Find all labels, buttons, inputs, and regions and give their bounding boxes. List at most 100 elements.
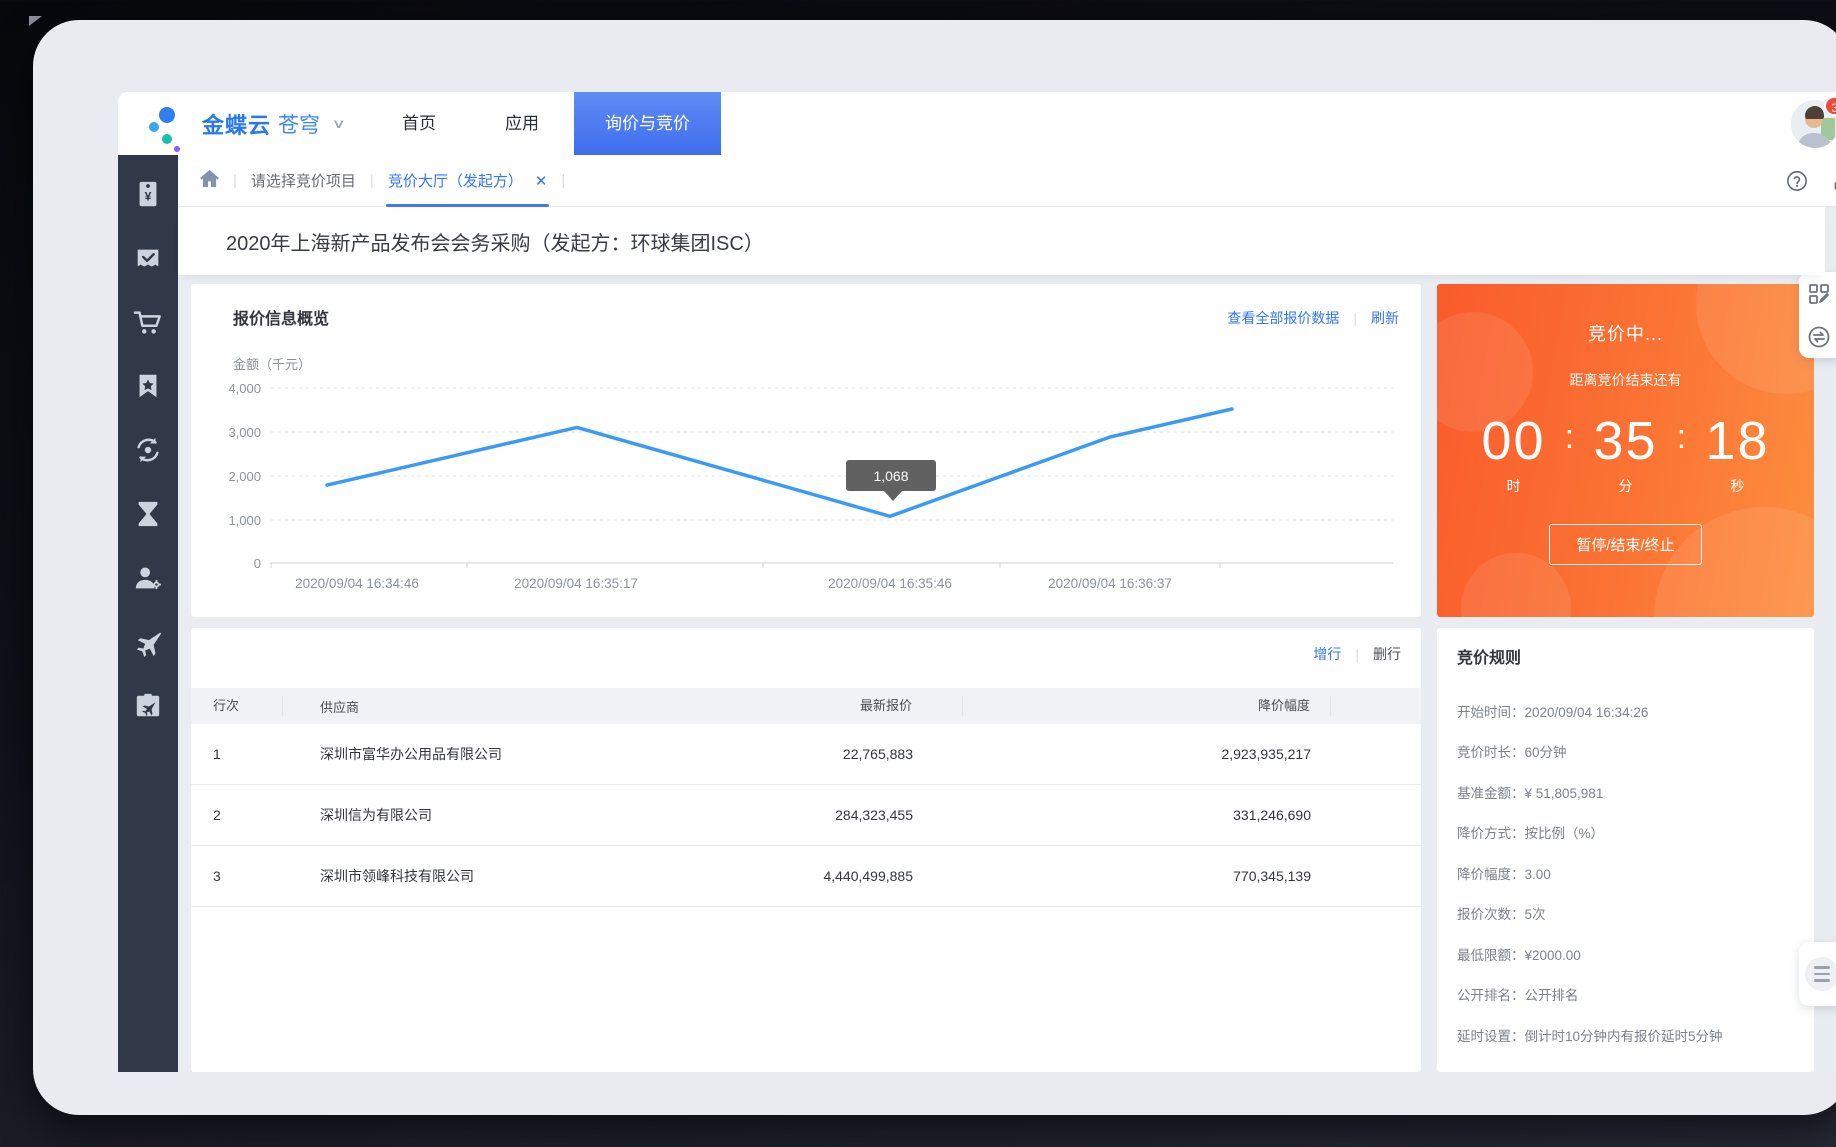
- quote-line-chart[interactable]: 金额（千元） 4,000 3,000 2,000 1,000 0: [191, 336, 1421, 606]
- left-sidebar: ¥: [118, 155, 178, 1072]
- breadcrumb-actions: [1786, 155, 1836, 207]
- tab-apps[interactable]: 应用: [491, 92, 553, 155]
- refresh-link[interactable]: 刷新: [1371, 308, 1399, 328]
- cell-latest-quote: 4,440,499,885: [733, 868, 963, 884]
- cell-latest-quote: 22,765,883: [733, 746, 963, 762]
- fullscreen-icon[interactable]: [1832, 171, 1836, 192]
- timer-minutes: 35: [1578, 410, 1674, 472]
- travel-board-icon[interactable]: [131, 689, 165, 723]
- col-header-seq: 行次: [191, 696, 283, 716]
- bookmark-star-icon[interactable]: [131, 369, 165, 403]
- breadcrumb-separator: |: [233, 172, 237, 189]
- cell-reduction: 331,246,690: [963, 807, 1331, 823]
- rule-quote-count: 报价次数：5次: [1457, 903, 1800, 923]
- user-avatar[interactable]: 3: [1791, 100, 1836, 148]
- ticket-check-icon[interactable]: [131, 241, 165, 275]
- cell-supplier: 深圳信为有限公司: [283, 805, 733, 825]
- bidding-status: 竞价中...: [1437, 320, 1814, 346]
- timer-units: 时 分 秒: [1437, 476, 1814, 496]
- cell-seq: 3: [191, 868, 283, 884]
- cell-seq: 1: [191, 746, 283, 762]
- main-column: | 请选择竞价项目 | 竞价大厅（发起方） ✕ |: [178, 155, 1836, 1072]
- yuan-tag-icon[interactable]: ¥: [131, 177, 165, 211]
- chevron-down-icon[interactable]: ∨: [332, 116, 346, 132]
- content-area: 报价信息概览 查看全部报价数据 | 刷新 金额（千元） 4,000 3,000 …: [178, 275, 1836, 1072]
- cell-seq: 2: [191, 807, 283, 823]
- cell-supplier: 深圳市领峰科技有限公司: [283, 866, 733, 886]
- countdown-card: 竞价中... 距离竞价结束还有 00 : 35 : 18 时 分: [1437, 284, 1814, 617]
- body-row: ¥: [118, 155, 1836, 1072]
- help-icon[interactable]: [1786, 170, 1808, 192]
- svg-text:3,000: 3,000: [228, 425, 261, 440]
- svg-text:1,068: 1,068: [873, 468, 908, 484]
- bid-table: 行次 供应商 最新报价 降价幅度 1 深圳市富华办公用品有限公司 22,765,…: [191, 688, 1421, 907]
- rule-reduction-method: 降价方式：按比例（%）: [1457, 822, 1800, 842]
- timer-hours: 00: [1466, 410, 1562, 472]
- table-header-row: 行次 供应商 最新报价 降价幅度: [191, 688, 1421, 724]
- rule-duration: 竞价时长：60分钟: [1457, 741, 1800, 761]
- rule-minimum-limit: 最低限额：¥2000.00: [1457, 944, 1800, 964]
- quote-overview-actions: 查看全部报价数据 | 刷新: [1227, 308, 1399, 328]
- sync-circle-icon[interactable]: [131, 433, 165, 467]
- app-shell: 金蝶云 苍穹 ∨ 首页 应用 询价与竞价 3 ¥: [118, 92, 1836, 1072]
- col-header-latest-quote: 最新报价: [733, 696, 963, 716]
- cart-icon[interactable]: [131, 305, 165, 339]
- add-row-link[interactable]: 增行: [1313, 644, 1341, 664]
- notification-badge[interactable]: 3: [1824, 96, 1836, 116]
- svg-text:¥: ¥: [145, 190, 152, 204]
- delete-row-link[interactable]: 删行: [1373, 644, 1401, 664]
- close-tab-icon[interactable]: ✕: [535, 172, 548, 190]
- swap-view-button[interactable]: [1799, 315, 1836, 358]
- svg-text:金额（千元）: 金额（千元）: [233, 357, 311, 372]
- breadcrumb-item-select-project[interactable]: 请选择竞价项目: [251, 170, 356, 191]
- svg-text:2020/09/04 16:36:37: 2020/09/04 16:36:37: [1048, 576, 1172, 591]
- view-all-quotes-link[interactable]: 查看全部报价数据: [1227, 308, 1339, 328]
- cell-reduction: 770,345,139: [963, 868, 1331, 884]
- rule-base-amount: 基准金额：¥ 51,805,981: [1457, 782, 1800, 802]
- tab-inquiry-bidding[interactable]: 询价与竞价: [574, 92, 721, 155]
- brand-name: 金蝶云: [202, 108, 271, 140]
- hourglass-icon[interactable]: [131, 497, 165, 531]
- page-title-bar: 2020年上海新产品发布会会务采购（发起方：环球集团ISC）: [178, 207, 1825, 275]
- unit-second: 秒: [1690, 476, 1786, 496]
- svg-text:1,000: 1,000: [228, 513, 261, 528]
- breadcrumb-separator: |: [370, 172, 374, 189]
- quick-menu-button[interactable]: [1799, 942, 1836, 1006]
- cell-reduction: 2,923,935,217: [963, 746, 1331, 762]
- table-row[interactable]: 2 深圳信为有限公司 284,323,455 331,246,690: [191, 785, 1421, 846]
- link-separator: |: [1355, 646, 1359, 662]
- col-header-reduction: 降价幅度: [963, 696, 1331, 716]
- brand-logo: 金蝶云 苍穹 ∨: [148, 92, 344, 155]
- breadcrumb: | 请选择竞价项目 | 竞价大厅（发起方） ✕ |: [178, 155, 1836, 207]
- pause-end-terminate-button[interactable]: 暂停/结束/终止: [1549, 524, 1701, 565]
- tab-home[interactable]: 首页: [388, 92, 450, 155]
- timer-seconds: 18: [1690, 410, 1786, 472]
- page-title: 2020年上海新产品发布会会务采购（发起方：环球集团ISC）: [226, 227, 764, 256]
- user-settings-icon[interactable]: [131, 561, 165, 595]
- svg-text:2020/09/04 16:35:46: 2020/09/04 16:35:46: [828, 576, 952, 591]
- unit-hour: 时: [1466, 476, 1562, 496]
- airplane-icon[interactable]: [131, 625, 165, 659]
- home-icon[interactable]: [200, 170, 219, 192]
- breadcrumb-separator: |: [561, 172, 565, 189]
- col-header-supplier: 供应商: [283, 697, 733, 716]
- rule-delay-setting: 延时设置：倒计时10分钟内有报价延时5分钟: [1457, 1025, 1800, 1045]
- countdown-subtitle: 距离竞价结束还有: [1437, 370, 1814, 390]
- table-actions: 增行 | 删行: [1313, 644, 1401, 664]
- cell-latest-quote: 284,323,455: [733, 807, 963, 823]
- breadcrumb-tab-bidding-hall[interactable]: 竞价大厅（发起方） ✕: [388, 155, 548, 207]
- table-row[interactable]: 3 深圳市领峰科技有限公司 4,440,499,885 770,345,139: [191, 846, 1421, 907]
- cell-supplier: 深圳市富华办公用品有限公司: [283, 744, 733, 764]
- bid-table-card: 增行 | 删行 行次 供应商 最新报价 降价幅度 1: [191, 628, 1421, 1072]
- quote-line: [327, 409, 1232, 516]
- table-row[interactable]: 1 深圳市富华办公用品有限公司 22,765,883 2,923,935,217: [191, 724, 1421, 785]
- frame-corner-decoration: [29, 16, 42, 26]
- bidding-rules-title: 竞价规则: [1457, 644, 1521, 668]
- svg-text:2,000: 2,000: [228, 469, 261, 484]
- svg-text:2020/09/04 16:35:17: 2020/09/04 16:35:17: [514, 576, 638, 591]
- rule-reduction-rate: 降价幅度：3.00: [1457, 863, 1800, 883]
- link-separator: |: [1353, 310, 1357, 326]
- layout-edit-button[interactable]: [1799, 272, 1836, 315]
- countdown-timer: 00 : 35 : 18: [1437, 410, 1814, 472]
- quote-overview-card: 报价信息概览 查看全部报价数据 | 刷新 金额（千元） 4,000 3,000 …: [191, 284, 1421, 617]
